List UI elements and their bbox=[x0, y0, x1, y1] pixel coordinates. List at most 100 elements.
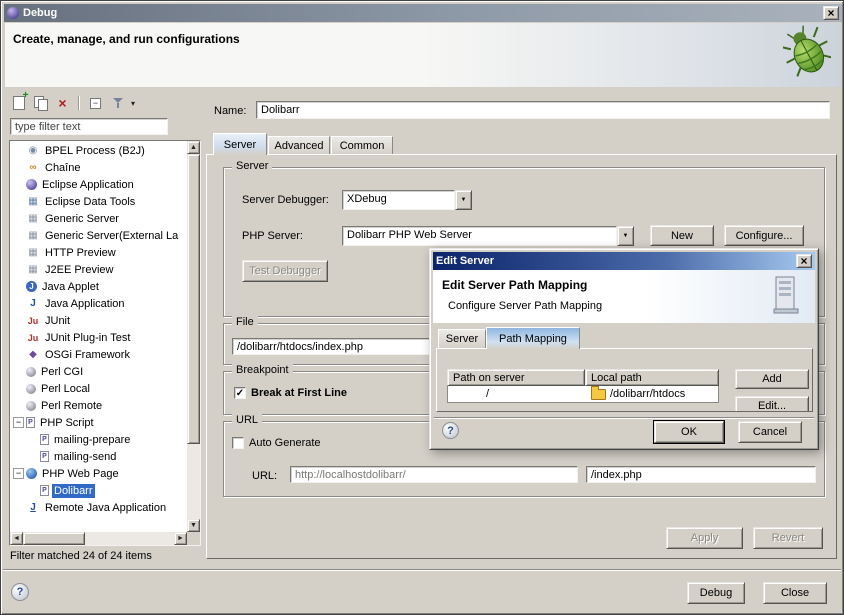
window-title: Debug bbox=[23, 7, 823, 19]
vertical-scroll-thumb[interactable] bbox=[187, 154, 200, 444]
perl-icon bbox=[26, 367, 36, 377]
junit-icon bbox=[26, 314, 40, 327]
filter-configurations-icon[interactable] bbox=[109, 95, 126, 112]
configurations-tree-panel: BPEL Process (B2J)ChaîneEclipse Applicat… bbox=[9, 140, 201, 546]
osgi-icon bbox=[26, 348, 40, 361]
delete-configuration-icon[interactable]: × bbox=[54, 95, 71, 112]
server-icon bbox=[26, 263, 40, 276]
new-server-button[interactable]: New bbox=[650, 225, 714, 246]
scroll-up-icon[interactable]: ▲ bbox=[187, 141, 200, 154]
checkbox-unchecked-icon[interactable] bbox=[232, 437, 244, 449]
edit-mapping-button[interactable]: Edit... bbox=[735, 396, 809, 412]
tree-item-java-applet[interactable]: Java Applet bbox=[10, 278, 187, 295]
window-titlebar[interactable]: Debug × bbox=[4, 4, 842, 22]
tree-item-php-web-page[interactable]: −PHP Web Page bbox=[10, 465, 187, 482]
toolbar-dropdown-caret-icon[interactable]: ▾ bbox=[131, 99, 135, 108]
tree-item-remote-java-application[interactable]: Remote Java Application bbox=[10, 499, 187, 516]
app-icon bbox=[7, 7, 19, 19]
tree-item-eclipse-application[interactable]: Eclipse Application bbox=[10, 176, 187, 193]
tree-item-dolibarr[interactable]: Dolibarr bbox=[10, 482, 187, 499]
revert-button[interactable]: Revert bbox=[753, 527, 823, 549]
test-debugger-button[interactable]: Test Debugger bbox=[242, 260, 328, 282]
path-mapping-table-body: //dolibarr/htdocs bbox=[447, 386, 719, 403]
tree-item-eclipse-data-tools[interactable]: Eclipse Data Tools bbox=[10, 193, 187, 210]
type-filter-input[interactable] bbox=[10, 118, 168, 135]
tree-item-generic-server[interactable]: Generic Server bbox=[10, 210, 187, 227]
tree-item-label: Java Application bbox=[43, 297, 127, 311]
edit-server-close-button[interactable]: × bbox=[796, 254, 812, 268]
tree-item-generic-server-external-la[interactable]: Generic Server(External La bbox=[10, 227, 187, 244]
add-mapping-button[interactable]: Add bbox=[735, 369, 809, 389]
php-web-icon bbox=[26, 468, 37, 479]
url-base-input bbox=[290, 466, 578, 483]
scroll-down-icon[interactable]: ▼ bbox=[187, 519, 200, 532]
collapse-all-icon[interactable]: − bbox=[87, 95, 104, 112]
java-icon bbox=[26, 297, 40, 310]
data-icon bbox=[26, 195, 40, 208]
name-label: Name: bbox=[214, 105, 246, 117]
auto-generate-checkbox[interactable]: Auto Generate bbox=[232, 437, 321, 449]
dialog-tab-server[interactable]: Server bbox=[438, 329, 486, 348]
tree-item-http-preview[interactable]: HTTP Preview bbox=[10, 244, 187, 261]
server-debugger-combo[interactable]: XDebug ▼ bbox=[342, 190, 472, 210]
configure-server-button[interactable]: Configure... bbox=[724, 225, 804, 246]
server-debugger-value: XDebug bbox=[342, 190, 455, 210]
php-file-icon bbox=[40, 485, 49, 496]
path-mapping-table: Path on serverLocal path //dolibarr/htdo… bbox=[447, 369, 719, 403]
url-path-input[interactable] bbox=[586, 466, 816, 483]
tree-item-java-application[interactable]: Java Application bbox=[10, 295, 187, 312]
path-mapping-row[interactable]: //dolibarr/htdocs bbox=[447, 386, 719, 403]
tree-item-junit-plug-in-test[interactable]: JUnit Plug-in Test bbox=[10, 329, 187, 346]
file-group-title: File bbox=[232, 316, 258, 328]
ok-button[interactable]: OK bbox=[654, 421, 724, 443]
local-path-cell: /dolibarr/htdocs bbox=[585, 386, 718, 402]
tree-expander-icon[interactable]: − bbox=[13, 468, 24, 479]
tree-expander-spacer bbox=[13, 230, 24, 241]
horizontal-scroll-thumb[interactable] bbox=[23, 532, 85, 545]
edit-server-titlebar[interactable]: Edit Server × bbox=[433, 252, 815, 270]
window-close-button[interactable]: × bbox=[823, 6, 839, 20]
close-button[interactable]: Close bbox=[763, 582, 827, 604]
debug-button[interactable]: Debug bbox=[687, 582, 745, 604]
scroll-left-icon[interactable]: ◄ bbox=[10, 532, 23, 545]
tree-item-mailing-prepare[interactable]: mailing-prepare bbox=[10, 431, 187, 448]
cancel-button[interactable]: Cancel bbox=[738, 421, 802, 443]
tree-expander-icon[interactable]: − bbox=[13, 417, 24, 428]
column-header-path-on-server[interactable]: Path on server bbox=[447, 369, 585, 386]
tree-horizontal-scrollbar[interactable]: ◄ ► bbox=[10, 532, 187, 545]
tree-item-bpel-process-b2j[interactable]: BPEL Process (B2J) bbox=[10, 142, 187, 159]
tree-item-mailing-send[interactable]: mailing-send bbox=[10, 448, 187, 465]
tree-item-j2ee-preview[interactable]: J2EE Preview bbox=[10, 261, 187, 278]
break-at-first-line-checkbox[interactable]: ✓ Break at First Line bbox=[234, 387, 347, 399]
dialog-help-icon[interactable]: ? bbox=[442, 422, 459, 439]
help-icon[interactable]: ? bbox=[11, 583, 29, 601]
dialog-banner: Create, manage, and run configurations bbox=[5, 23, 841, 87]
name-input[interactable] bbox=[256, 101, 830, 119]
checkbox-checked-icon[interactable]: ✓ bbox=[234, 387, 246, 399]
tree-item-label: BPEL Process (B2J) bbox=[43, 144, 147, 158]
tree-expander-spacer bbox=[13, 298, 24, 309]
tab-advanced[interactable]: Advanced bbox=[268, 136, 330, 155]
tree-item-php-script[interactable]: −PHP Script bbox=[10, 414, 187, 431]
dropdown-arrow-icon[interactable]: ▼ bbox=[617, 226, 634, 246]
tree-item-osgi-framework[interactable]: OSGi Framework bbox=[10, 346, 187, 363]
tree-expander-spacer bbox=[13, 264, 24, 275]
tab-server[interactable]: Server bbox=[213, 133, 267, 155]
duplicate-configuration-icon[interactable] bbox=[32, 95, 49, 112]
tree-item-cha-ne[interactable]: Chaîne bbox=[10, 159, 187, 176]
tree-item-perl-cgi[interactable]: Perl CGI bbox=[10, 363, 187, 380]
tree-expander-spacer bbox=[13, 179, 24, 190]
scroll-right-icon[interactable]: ► bbox=[174, 532, 187, 545]
new-configuration-icon[interactable] bbox=[10, 95, 27, 112]
tree-item-junit[interactable]: JUnit bbox=[10, 312, 187, 329]
tab-common[interactable]: Common bbox=[331, 136, 393, 155]
php-server-combo[interactable]: Dolibarr PHP Web Server ▼ bbox=[342, 226, 634, 246]
dropdown-arrow-icon[interactable]: ▼ bbox=[455, 190, 472, 210]
column-header-local-path[interactable]: Local path bbox=[585, 369, 719, 386]
apply-button[interactable]: Apply bbox=[666, 527, 743, 549]
tree-vertical-scrollbar[interactable]: ▲ ▼ bbox=[187, 141, 200, 532]
tree-item-perl-remote[interactable]: Perl Remote bbox=[10, 397, 187, 414]
tree-item-perl-local[interactable]: Perl Local bbox=[10, 380, 187, 397]
php-server-value: Dolibarr PHP Web Server bbox=[342, 226, 617, 246]
dialog-tab-path-mapping[interactable]: Path Mapping bbox=[486, 327, 580, 349]
